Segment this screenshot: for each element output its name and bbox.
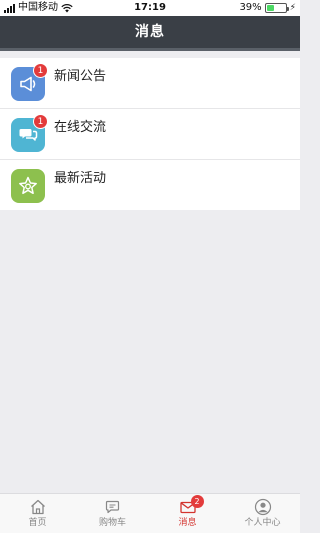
bottom-tab-bar: 首页 购物车 2 消息 个人中心 [0, 493, 300, 533]
status-bar: 中国移动 17:19 39% ⚡ [0, 0, 300, 16]
nav-bar: 消息 [0, 16, 300, 51]
battery-percent: 39% [239, 2, 262, 13]
list-item-label: 在线交流 [54, 120, 107, 135]
page-title: 消息 [135, 24, 165, 40]
tab-label: 消息 [178, 518, 197, 528]
tab-badge: 2 [190, 495, 204, 508]
tab-home[interactable]: 首页 [0, 494, 75, 533]
home-icon [29, 498, 47, 516]
unread-badge: 1 [33, 114, 48, 129]
list-item-label: 新闻公告 [54, 69, 107, 84]
message-category-list: 1 新闻公告 1 在线交流 最新活动 [0, 58, 300, 210]
tab-profile[interactable]: 个人中心 [225, 494, 300, 533]
tab-label: 首页 [28, 518, 47, 528]
charging-icon: ⚡ [289, 2, 296, 13]
list-item-activities[interactable]: 最新活动 [0, 160, 300, 210]
cart-icon [104, 498, 122, 516]
list-item-news[interactable]: 1 新闻公告 [0, 58, 300, 109]
tab-cart[interactable]: 购物车 [75, 494, 150, 533]
list-item-chat[interactable]: 1 在线交流 [0, 109, 300, 160]
unread-badge: 1 [33, 63, 48, 78]
battery-level [266, 4, 274, 11]
battery-icon [264, 2, 289, 13]
user-icon [254, 498, 272, 516]
star-icon [11, 169, 45, 203]
list-item-label: 最新活动 [54, 171, 107, 186]
tab-label: 购物车 [98, 518, 126, 528]
status-right: 39% ⚡ [239, 2, 296, 13]
tab-messages[interactable]: 2 消息 [150, 494, 225, 533]
tab-label: 个人中心 [244, 518, 281, 528]
